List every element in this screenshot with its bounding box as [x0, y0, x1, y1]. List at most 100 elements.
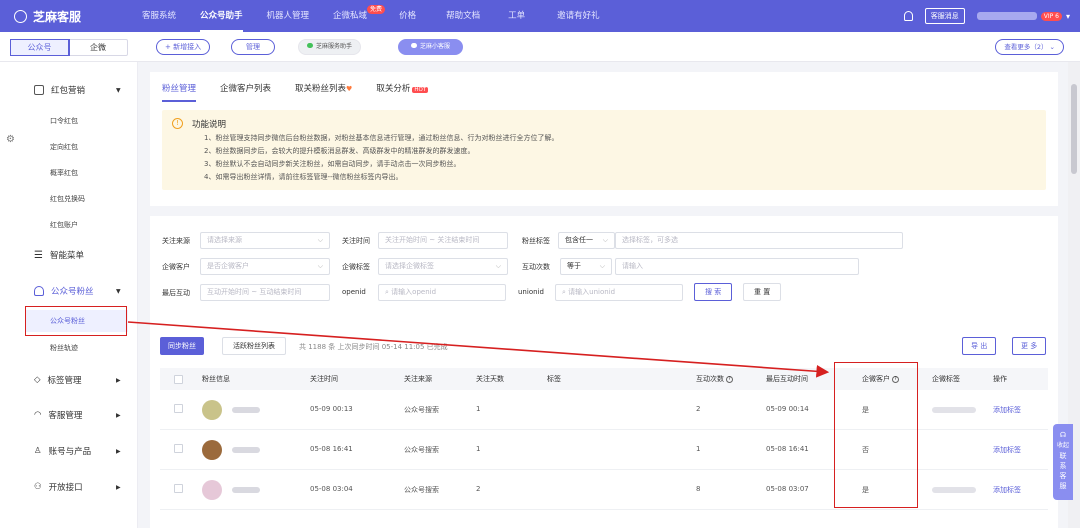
- sidebar-fans-label: 公众号粉丝: [51, 287, 94, 297]
- sidebar-item-tag[interactable]: ◇ 标签管理 ▶: [34, 374, 121, 386]
- service-message-button[interactable]: 客服消息: [924, 8, 965, 24]
- cell-source: 公众号搜索: [404, 446, 439, 454]
- view-more-button[interactable]: 查看更多（2） ⌄: [995, 39, 1064, 55]
- caret-right-icon: ▶: [116, 376, 121, 384]
- float-collapse[interactable]: 收起: [1057, 442, 1069, 449]
- sidebar-item-account[interactable]: ♙ 账号与产品 ▶: [34, 445, 121, 457]
- add-tag-link[interactable]: 添加标签: [993, 405, 1021, 415]
- th-action: 操作: [993, 375, 1007, 383]
- nav-item-gzh[interactable]: 公众号助手: [188, 0, 255, 32]
- account-pill-1[interactable]: 芝麻服务助手: [298, 39, 362, 55]
- add-access-button[interactable]: + 新增接入: [156, 39, 211, 55]
- wechat-icon: [307, 43, 313, 48]
- sidebar-item-fans[interactable]: 公众号粉丝 ▼: [34, 285, 121, 297]
- cell-count: 2: [696, 405, 701, 413]
- seg-gzh[interactable]: 公众号: [10, 39, 70, 56]
- sidebar-redpack-label: 红包营销: [51, 86, 86, 96]
- account-pill-2-label: 芝麻小客服: [420, 43, 451, 50]
- avatar: [202, 400, 222, 420]
- sidebar-item-open[interactable]: ⚇ 开放接口 ▶: [34, 481, 121, 493]
- fan-name-blurred: [232, 447, 260, 453]
- username-blurred: [976, 12, 1037, 20]
- sidebar-item-menu[interactable]: ☰ 智能菜单: [34, 249, 84, 262]
- sidebar-sub-dingxiang[interactable]: 定向红包: [50, 142, 78, 152]
- brand-name: 芝麻客服: [33, 10, 82, 24]
- sidebar-item-redpack[interactable]: 红包营销 ▼: [34, 84, 121, 96]
- brand-logo[interactable]: 芝麻客服: [14, 8, 81, 25]
- cell-follow-time: 05-08 03:04: [310, 485, 353, 493]
- sidebar-service-label: 客服管理: [48, 411, 83, 421]
- headset-icon: ◠: [34, 410, 42, 420]
- nav-item-robot[interactable]: 机器人管理: [255, 0, 322, 32]
- nav-item-invite[interactable]: 邀请有好礼: [545, 0, 612, 32]
- bell-icon[interactable]: [903, 11, 913, 21]
- add-tag-link[interactable]: 添加标签: [993, 485, 1021, 495]
- manage-button[interactable]: 管理: [231, 39, 275, 55]
- float-label: 联系客服: [1059, 452, 1067, 490]
- user-menu[interactable]: VIP 6 ▾: [976, 11, 1070, 21]
- th-wecom-tag: 企微标签: [932, 375, 960, 383]
- th-follow-time: 关注时间: [310, 375, 338, 383]
- wechat-icon: [411, 43, 417, 48]
- free-badge: 免费: [367, 5, 386, 14]
- caret-right-icon: ▶: [116, 411, 121, 419]
- nav-item-ticket[interactable]: 工单: [496, 0, 537, 32]
- cell-count: 1: [696, 445, 701, 453]
- cell-days: 1: [476, 405, 481, 413]
- cell-last-time: 05-09 00:14: [766, 405, 809, 413]
- sidebar-sub-account[interactable]: 红包账户: [50, 220, 78, 230]
- nav-item-price[interactable]: 价格: [387, 0, 428, 32]
- cell-source: 公众号搜索: [404, 406, 439, 414]
- row-checkbox[interactable]: [174, 444, 183, 453]
- row-checkbox[interactable]: [174, 404, 183, 413]
- sidebar-open-label: 开放接口: [48, 483, 83, 493]
- cell-follow-time: 05-08 16:41: [310, 445, 353, 453]
- view-more-label: 查看更多（2）: [1004, 43, 1048, 51]
- person-icon: ♙: [34, 446, 42, 456]
- nav-item-wecom[interactable]: 企微私域 免费: [321, 0, 386, 32]
- caret-down-icon: ▼: [116, 86, 121, 94]
- sidebar-sub-gailv[interactable]: 概率红包: [50, 168, 78, 178]
- th-count-label: 互动次数: [696, 375, 724, 383]
- logo-icon: [14, 10, 27, 23]
- seg-wecom[interactable]: 企微: [69, 40, 127, 55]
- th-fan-info: 粉丝信息: [202, 375, 230, 383]
- headset-icon: ☊: [1059, 431, 1067, 439]
- wecom-tag-blurred: [932, 487, 976, 493]
- caret-right-icon: ▶: [116, 447, 121, 455]
- sidebar-sub-kouling[interactable]: 口令红包: [50, 116, 78, 126]
- sidebar-account-label: 账号与产品: [48, 447, 92, 457]
- sidebar-menu-label: 智能菜单: [49, 251, 84, 261]
- caret-right-icon: ▶: [116, 483, 121, 491]
- redpack-icon: [34, 85, 44, 95]
- sidebar-tag-label: 标签管理: [47, 376, 82, 386]
- add-tag-link[interactable]: 添加标签: [993, 445, 1021, 455]
- th-tags: 标签: [547, 375, 561, 383]
- th-last-time: 最后互动时间: [766, 375, 808, 383]
- account-pill-2[interactable]: 芝麻小客服: [398, 39, 464, 55]
- sidebar-sub-duihuan[interactable]: 红包兑换码: [50, 194, 85, 204]
- nav-item-help[interactable]: 帮助文档: [434, 0, 492, 32]
- chevron-down-icon: ⌄: [1049, 43, 1055, 51]
- table-region: 粉丝信息 关注时间 关注来源 关注天数 标签 互动次数? 最后互动时间 企微客户…: [150, 72, 1058, 528]
- nav-item-kefu[interactable]: 客服系统: [130, 0, 188, 32]
- account-bar: 公众号 企微 + 新增接入 管理 芝麻服务助手 芝麻小客服 查看更多（2） ⌄: [0, 32, 1080, 62]
- row-checkbox[interactable]: [174, 484, 183, 493]
- scroll-thumb[interactable]: [1071, 84, 1077, 174]
- cell-count: 8: [696, 485, 701, 493]
- sidebar-item-service[interactable]: ◠ 客服管理 ▶: [34, 409, 121, 421]
- api-icon: ⚇: [34, 482, 42, 492]
- caret-down-icon: ▼: [116, 287, 121, 295]
- contact-support-float[interactable]: ☊ 收起联系客服: [1053, 424, 1073, 500]
- app-root: 芝麻客服 客服系统 公众号助手 机器人管理 企微私域 免费 价格 帮助文档 工单 …: [0, 0, 1080, 528]
- th-days: 关注天数: [476, 375, 504, 383]
- fan-name-blurred: [232, 487, 260, 493]
- cell-days: 1: [476, 445, 481, 453]
- header-right: 客服消息 VIP 6 ▾: [903, 0, 1070, 32]
- select-all-checkbox[interactable]: [174, 375, 183, 384]
- th-source: 关注来源: [404, 375, 432, 383]
- account-type-switch: 公众号 企微: [10, 39, 128, 56]
- help-icon: ?: [726, 375, 733, 383]
- gear-icon[interactable]: ⚙: [6, 134, 15, 145]
- sidebar-sub-trace[interactable]: 粉丝轨迹: [50, 343, 78, 353]
